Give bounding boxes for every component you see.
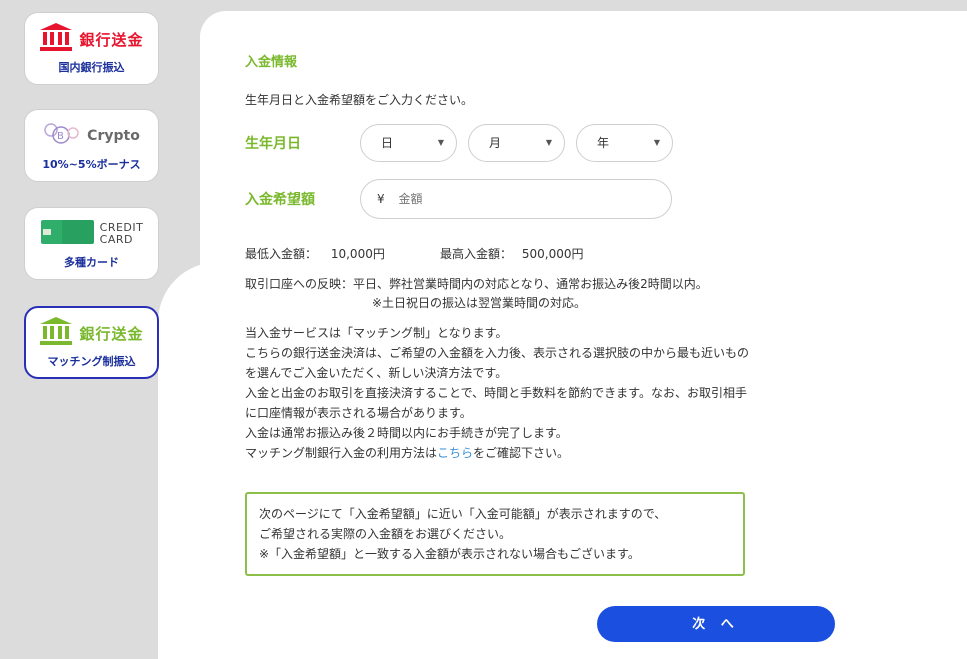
tab-subtitle: マッチング制振込 [47,355,136,368]
reflection-note: ※土日祝日の振込は翌営業時間の対応。 [372,296,587,310]
day-select[interactable]: 日 ▼ [360,124,457,162]
chevron-down-icon: ▼ [653,138,660,147]
notice-box: 次のページにて「入金希望額」に近い「入金可能額」が表示されますので、 ご希望され… [245,492,745,576]
day-select-value: 日 [381,136,394,150]
tab-bank-transfer[interactable]: 銀行送金 国内銀行振込 [24,12,159,85]
notice-line: 次のページにて「入金希望額」に近い「入金可能額」が表示されますので、 [259,507,667,521]
month-select[interactable]: 月 ▼ [468,124,565,162]
tab-subtitle: 国内銀行振込 [58,61,125,74]
next-button[interactable]: 次 へ [597,606,835,642]
notice-line: ご希望される実際の入金額をお選びください。 [259,527,512,541]
usage-link[interactable]: こちら [437,446,473,460]
usage-text-post: をご確認下さい。 [473,446,570,460]
min-deposit: 最低入金額： 10,000円 [245,245,385,262]
usage-text-pre: マッチング制銀行入金の利用方法は [245,446,438,460]
reflection-info: 取引口座への反映：平日、弊社営業時間内の対応となり、通常お振込み後2時間以内。 [245,277,708,291]
crypto-coins-icon: B [43,121,81,151]
desc-line: を選んでご入金いただく、新しい決済方法です。 [245,366,508,380]
desc-line-usage: マッチング制銀行入金の利用方法はこちらをご確認下さい。 [245,444,569,461]
min-deposit-label: 最低入金額： [245,247,318,261]
year-select[interactable]: 年 ▼ [576,124,673,162]
tab-title: 銀行送金 [79,30,144,49]
desc-line: に口座情報が表示される場合があります。 [245,406,472,420]
chevron-down-icon: ▼ [545,138,552,147]
max-deposit-value: 500,000円 [521,247,584,261]
desc-line: 当入金サービスは「マッチング制」となります。 [245,326,508,340]
min-deposit-value: 10,000円 [330,247,385,261]
tab-crypto[interactable]: B Crypto 10%~5%ボーナス [24,109,159,182]
amount-label: 入金希望額 [245,192,315,208]
currency-symbol: ¥ [377,192,385,206]
desc-line: こちらの銀行送金決済は、ご希望の入金額を入力後、表示される選択肢の中から最も近い… [245,346,750,360]
desc-line: 入金は通常お振込み後２時間以内にお手続きが完了します。 [245,426,568,440]
tab-title-line2: CARD [99,233,133,246]
amount-field[interactable]: ¥ [360,179,672,219]
bank-icon [39,22,73,56]
chevron-down-icon: ▼ [437,138,444,147]
month-select-value: 月 [489,136,502,150]
tab-title: Crypto [87,128,140,144]
year-select-value: 年 [597,136,610,150]
tab-subtitle: 10%~5%ボーナス [42,158,141,171]
form-intro: 生年月日と入金希望額をご入力ください。 [245,93,474,107]
max-deposit: 最高入金額： 500,000円 [440,245,583,262]
bank-icon [39,316,73,350]
notice-line: ※「入金希望額」と一致する入金額が表示されない場合もございます。 [259,547,640,561]
tab-title: 銀行送金 [79,324,144,343]
desc-line: 入金と出金のお取引を直接決済することで、時間と手数料を節約できます。なお、お取引… [245,386,747,400]
tab-matching-bank-transfer[interactable]: 銀行送金 マッチング制振込 [24,306,159,379]
tab-subtitle: 多種カード [64,256,119,269]
max-deposit-label: 最高入金額： [440,247,513,261]
panel-curve [158,262,218,659]
svg-text:B: B [57,131,64,142]
tab-credit-card[interactable]: CREDIT CARD 多種カード [24,207,159,280]
amount-input[interactable] [398,192,639,206]
credit-card-icon [40,218,94,250]
section-title: 入金情報 [245,55,298,70]
dob-label: 生年月日 [245,136,301,152]
